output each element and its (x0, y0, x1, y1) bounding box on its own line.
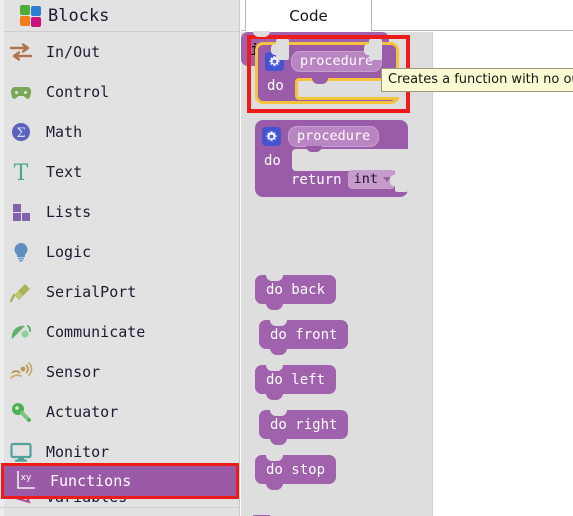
arrows-exchange-icon (8, 39, 34, 65)
svg-text:T: T (14, 161, 29, 183)
signal-waves-icon (8, 359, 34, 385)
blocks-flyout[interactable]: procedure do procedure do return int do … (241, 31, 432, 516)
tab-code[interactable]: Code (245, 0, 372, 31)
sidebar-item-logic[interactable]: Logic (0, 232, 239, 272)
block-top-notch (253, 31, 270, 37)
statement-slot[interactable] (292, 146, 408, 171)
sidebar-item-sensor[interactable]: Sensor (0, 352, 239, 392)
sidebar-item-label: Lists (46, 203, 92, 221)
blocks-sidebar: Blocks In/Out Control Σ Math T Text List… (0, 0, 240, 516)
block-do-right[interactable]: do right (259, 410, 349, 445)
block-tooltip: Creates a function with no output. (381, 68, 573, 92)
block-label: do stop (266, 461, 326, 478)
sidebar-item-math[interactable]: Σ Math (0, 112, 239, 152)
return-value-socket[interactable] (364, 38, 383, 60)
block-label: do left (266, 371, 326, 388)
code-workspace[interactable] (432, 32, 573, 516)
sidebar-item-label: In/Out (46, 43, 101, 61)
sidebar-item-functions[interactable]: xy Functions (4, 466, 236, 496)
svg-text:xy: xy (21, 473, 32, 483)
satellite-dish-icon (8, 319, 34, 345)
blocks-squares-icon (8, 199, 34, 225)
return-value-socket[interactable] (390, 170, 408, 192)
procedure-name-field[interactable]: procedure (288, 126, 380, 147)
block-label: do front (270, 326, 338, 343)
motor-icon (8, 399, 34, 425)
block-label: do right (270, 416, 338, 433)
sidebar-item-actuator[interactable]: Actuator (0, 392, 239, 432)
sidebar-item-label: Logic (46, 243, 92, 261)
if-condition-socket[interactable] (271, 38, 290, 60)
sidebar-item-label: Control (46, 83, 110, 101)
gear-icon[interactable] (262, 127, 281, 146)
block-do-back[interactable]: do back (255, 275, 337, 310)
blockly-editor-window: Blocks In/Out Control Σ Math T Text List… (0, 0, 573, 516)
gamepad-icon (8, 79, 34, 105)
sidebar-item-label: Monitor (46, 443, 110, 461)
sidebar-item-label: Sensor (46, 363, 101, 381)
sidebar-title: Blocks (48, 5, 110, 26)
sidebar-item-text[interactable]: T Text (0, 152, 239, 192)
block-procedure-with-return[interactable]: procedure do return int (255, 120, 408, 197)
return-type-value: int (353, 171, 378, 187)
return-type-dropdown[interactable]: int (347, 170, 395, 189)
block-do-stop[interactable]: do stop (255, 455, 337, 490)
svg-text:Σ: Σ (16, 126, 25, 141)
sidebar-item-label: Actuator (46, 403, 119, 421)
monitor-icon (8, 439, 34, 465)
sidebar-header: Blocks (0, 0, 239, 32)
plug-icon (8, 279, 34, 305)
sidebar-bottom-divider (0, 507, 240, 508)
sidebar-item-lists[interactable]: Lists (0, 192, 239, 232)
block-do-left[interactable]: do left (255, 365, 337, 400)
return-row: return int (291, 170, 395, 189)
tab-bar: Code (241, 0, 573, 31)
letter-t-icon: T (8, 159, 34, 185)
block-header: procedure (255, 120, 408, 148)
sidebar-item-label: Functions (50, 472, 132, 490)
sidebar-item-label: Text (46, 163, 83, 181)
sidebar-item-label: Communicate (46, 323, 146, 341)
lightbulb-icon (8, 239, 34, 265)
sigma-circle-icon: Σ (8, 119, 34, 145)
return-label: return (291, 171, 342, 188)
puzzle-icon (18, 3, 44, 29)
functions-annotation-box: xy Functions (1, 463, 239, 499)
xy-axes-icon: xy (12, 468, 38, 494)
sidebar-item-label: Math (46, 123, 83, 141)
sidebar-item-control[interactable]: Control (0, 72, 239, 112)
block-label: do back (266, 281, 326, 298)
sidebar-item-communicate[interactable]: Communicate (0, 312, 239, 352)
sidebar-item-label: SerialPort (46, 283, 137, 301)
sidebar-item-in-out[interactable]: In/Out (0, 32, 239, 72)
sidebar-item-serialport[interactable]: SerialPort (0, 272, 239, 312)
block-do-front[interactable]: do front (259, 320, 349, 355)
